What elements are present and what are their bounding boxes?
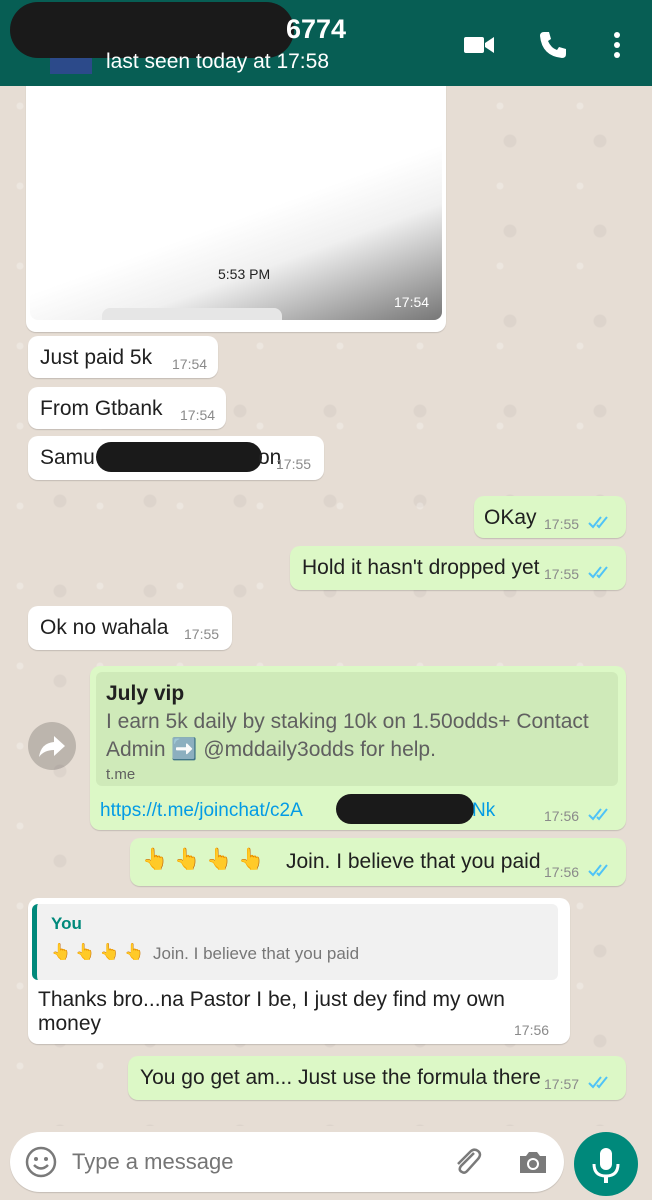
chat-area[interactable]: 5:53 PM 17:54 Just paid 5k 17:54 From Gt… bbox=[0, 86, 652, 1126]
incoming-message[interactable]: Just paid 5k 17:54 bbox=[28, 336, 218, 378]
quote-text: Join. I believe that you paid bbox=[153, 944, 360, 963]
outgoing-link-message[interactable]: July vip I earn 5k daily by staking 10k … bbox=[90, 666, 626, 830]
message-emoji: 👆 👆 👆 👆 bbox=[142, 848, 265, 871]
message-text: Just paid 5k bbox=[40, 346, 153, 369]
more-options-icon[interactable] bbox=[600, 28, 634, 62]
message-input[interactable] bbox=[72, 1146, 372, 1178]
chat-header: 6774 last seen today at 17:58 bbox=[0, 0, 652, 86]
message-text: OKay bbox=[484, 506, 537, 529]
message-text: Join. I believe that you paid bbox=[286, 850, 541, 873]
message-input-container[interactable] bbox=[10, 1132, 564, 1192]
message-time: 17:54 bbox=[180, 407, 216, 423]
quoted-message[interactable]: You 👆 👆 👆 👆 Join. I believe that you pai… bbox=[32, 904, 558, 980]
microphone-icon bbox=[592, 1148, 620, 1183]
image-caption-preview bbox=[102, 308, 282, 320]
outgoing-message[interactable]: 👆 👆 👆 👆 Join. I believe that you paid 17… bbox=[130, 838, 626, 886]
preview-description-line2: Admin ➡️ @mddaily3odds for help. bbox=[106, 738, 436, 761]
emoji-icon[interactable] bbox=[24, 1145, 58, 1179]
redacted-link bbox=[336, 794, 474, 824]
read-receipt-icon bbox=[588, 516, 608, 529]
read-receipt-icon bbox=[588, 808, 608, 821]
quote-emoji: 👆 👆 👆 👆 bbox=[51, 944, 145, 961]
voice-message-button[interactable] bbox=[574, 1132, 638, 1196]
voice-call-icon[interactable] bbox=[536, 28, 570, 62]
preview-description-line1: I earn 5k daily by staking 10k on 1.50od… bbox=[106, 710, 589, 733]
message-time: 17:55 bbox=[544, 566, 580, 582]
message-text: From Gtbank bbox=[40, 397, 163, 420]
image-inner-timestamp: 5:53 PM bbox=[218, 266, 271, 282]
message-time: 17:55 bbox=[544, 516, 580, 532]
message-text: Hold it hasn't dropped yet bbox=[302, 556, 540, 579]
message-text-start: Samu bbox=[40, 446, 95, 469]
read-receipt-icon bbox=[588, 864, 608, 877]
forward-button[interactable] bbox=[28, 722, 76, 770]
link-url-end[interactable]: Nk bbox=[472, 800, 495, 822]
link-url-start[interactable]: https://t.me/joinchat/c2A bbox=[100, 800, 303, 822]
preview-domain: t.me bbox=[106, 766, 136, 783]
attach-icon[interactable] bbox=[450, 1145, 484, 1179]
message-text: You go get am... Just use the formula th… bbox=[140, 1066, 541, 1089]
last-seen-status: last seen today at 17:58 bbox=[106, 50, 329, 73]
message-text: Ok no wahala bbox=[40, 616, 169, 639]
read-receipt-icon bbox=[588, 1076, 608, 1089]
outgoing-message[interactable]: OKay 17:55 bbox=[474, 496, 626, 538]
image-message[interactable]: 5:53 PM 17:54 bbox=[26, 86, 446, 332]
message-text-line1: Thanks bro...na Pastor I be, I just dey … bbox=[38, 988, 505, 1011]
incoming-message[interactable]: Samu on 17:55 bbox=[28, 436, 324, 480]
contact-name-fragment[interactable]: 6774 bbox=[286, 14, 346, 45]
video-call-icon[interactable] bbox=[462, 28, 496, 62]
incoming-message[interactable]: From Gtbank 17:54 bbox=[28, 387, 226, 429]
message-time: 17:55 bbox=[184, 626, 220, 642]
image-attachment[interactable] bbox=[30, 86, 442, 320]
forward-icon bbox=[39, 736, 65, 757]
read-receipt-icon bbox=[588, 566, 608, 579]
message-text-line2: money bbox=[38, 1012, 102, 1035]
incoming-message[interactable]: Ok no wahala 17:55 bbox=[28, 606, 232, 650]
message-time: 17:56 bbox=[514, 1022, 550, 1038]
quote-author: You bbox=[51, 914, 82, 933]
outgoing-message[interactable]: You go get am... Just use the formula th… bbox=[128, 1056, 626, 1100]
message-time: 17:56 bbox=[544, 808, 580, 824]
link-preview[interactable]: July vip I earn 5k daily by staking 10k … bbox=[96, 672, 618, 786]
preview-title: July vip bbox=[106, 682, 185, 705]
message-time: 17:55 bbox=[276, 456, 312, 472]
message-time: 17:56 bbox=[544, 864, 580, 880]
redacted-name bbox=[96, 442, 262, 472]
camera-icon[interactable] bbox=[516, 1145, 550, 1179]
incoming-reply-message[interactable]: You 👆 👆 👆 👆 Join. I believe that you pai… bbox=[28, 898, 570, 1044]
message-time: 17:54 bbox=[394, 294, 430, 310]
outgoing-message[interactable]: Hold it hasn't dropped yet 17:55 bbox=[290, 546, 626, 590]
message-input-bar bbox=[0, 1126, 652, 1200]
message-time: 17:54 bbox=[172, 356, 208, 372]
message-time: 17:57 bbox=[544, 1076, 580, 1092]
